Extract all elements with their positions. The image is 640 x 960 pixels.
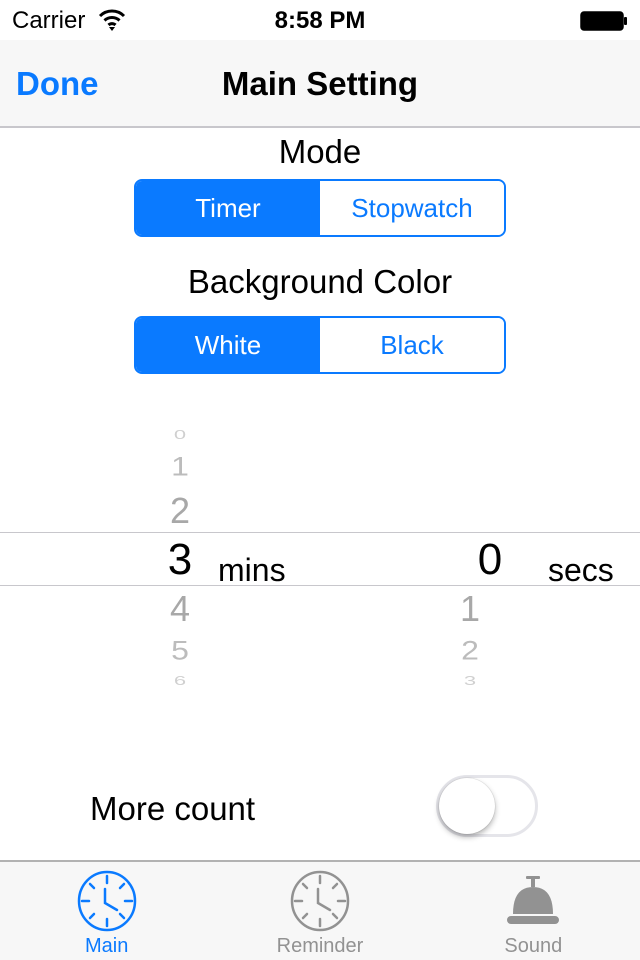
page-title: Main Setting xyxy=(221,65,419,102)
minutes-wheel[interactable]: 0 1 2 3 4 5 6 xyxy=(140,410,230,700)
picker-selection-top-line xyxy=(0,532,640,533)
seconds-option[interactable]: 3 xyxy=(430,673,510,689)
minutes-option[interactable]: 4 xyxy=(140,588,220,630)
mode-segment-timer[interactable]: Timer xyxy=(136,181,320,235)
clock-icon xyxy=(77,870,136,932)
navigation-bar: Done Main Setting xyxy=(0,40,640,128)
more-count-row: More count xyxy=(0,760,640,860)
more-count-label: More count xyxy=(90,790,256,827)
tab-main-label: Main xyxy=(84,935,129,957)
minutes-option[interactable]: 6 xyxy=(140,673,220,689)
mode-segmented-control: Timer Stopwatch xyxy=(134,179,506,237)
seconds-unit-label: secs xyxy=(548,552,614,588)
more-count-toggle[interactable] xyxy=(436,775,538,837)
mode-label: Mode xyxy=(278,133,362,170)
tab-reminder[interactable]: Reminder xyxy=(213,862,426,960)
tab-main[interactable]: Main xyxy=(0,862,213,960)
seconds-selected-value[interactable]: 0 xyxy=(450,535,530,585)
tab-bar: Main Reminder Sound xyxy=(0,860,640,960)
status-time: 8:58 PM xyxy=(274,7,366,34)
seconds-wheel[interactable]: 0 1 2 3 xyxy=(430,410,520,700)
seconds-option[interactable]: 1 xyxy=(430,588,510,630)
seconds-option[interactable]: 2 xyxy=(430,635,510,666)
mode-segment-stopwatch[interactable]: Stopwatch xyxy=(320,181,504,235)
background-color-label: Background Color xyxy=(187,263,453,300)
picker-selection-bottom-line xyxy=(0,585,640,586)
tab-reminder-label: Reminder xyxy=(276,935,364,957)
toggle-knob xyxy=(439,778,495,834)
background-color-segmented-control: White Black xyxy=(134,316,506,374)
tab-sound[interactable]: Sound xyxy=(427,862,640,960)
minutes-selected-value[interactable]: 3 xyxy=(140,535,220,585)
clock-icon xyxy=(290,870,350,932)
minutes-option[interactable]: 0 xyxy=(140,427,220,443)
minutes-unit-label: mins xyxy=(218,552,286,588)
minutes-option[interactable]: 5 xyxy=(140,635,220,666)
background-segment-black[interactable]: Black xyxy=(320,318,504,372)
minutes-option[interactable]: 1 xyxy=(140,451,220,482)
tab-sound-label: Sound xyxy=(504,935,563,957)
battery-icon xyxy=(580,11,627,31)
minutes-option[interactable]: 2 xyxy=(140,490,220,532)
time-picker[interactable]: 0 1 2 3 4 5 6 mins 0 1 2 3 secs xyxy=(0,410,640,700)
bell-icon xyxy=(507,876,560,924)
background-segment-white[interactable]: White xyxy=(136,318,320,372)
status-bar: Carrier 8:58 PM xyxy=(0,0,640,40)
